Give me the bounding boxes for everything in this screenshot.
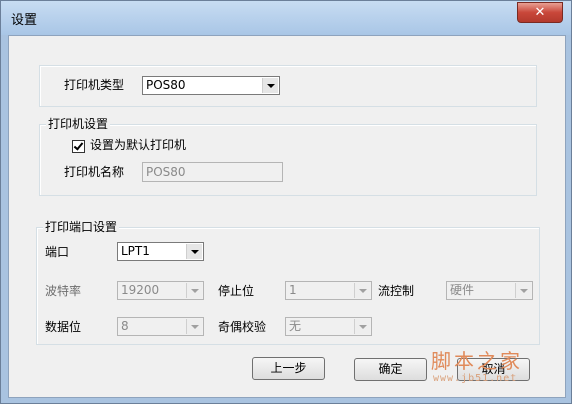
chevron-down-icon [354,319,370,334]
printer-settings-title: 打印机设置 [46,117,111,131]
settings-dialog: 设置 ✕ 打印机类型 POS80 打印机设置 设置为默认打印机 打印机名称 PO… [0,0,572,404]
window-title: 设置 [11,13,38,28]
printer-type-select[interactable]: POS80 [142,76,280,95]
dialog-body: 打印机类型 POS80 打印机设置 设置为默认打印机 打印机名称 POS80 打… [8,35,566,398]
default-printer-label[interactable]: 设置为默认打印机 [90,137,186,153]
parity-label: 奇偶校验 [218,320,267,334]
printer-type-group: 打印机类型 POS80 [39,65,537,107]
printer-type-value: POS80 [146,78,186,92]
close-icon: ✕ [534,5,546,20]
watermark-url: www.jb51.net [433,373,518,384]
chevron-down-icon[interactable] [186,244,202,259]
printer-name-label: 打印机名称 [64,165,125,179]
port-value: LPT1 [121,244,150,258]
baud-rate-select: 19200 [117,281,204,300]
ok-button[interactable]: 确定 [354,358,427,381]
prev-step-button[interactable]: 上一步 [252,357,325,380]
printer-settings-group: 打印机设置 设置为默认打印机 打印机名称 POS80 [39,117,537,196]
data-bits-label: 数据位 [45,320,82,334]
parity-select: 无 [285,317,372,336]
chevron-down-icon [354,283,370,298]
flow-control-select: 硬件 [446,281,533,300]
watermark-text: 脚本之家 [431,349,523,373]
stop-bits-label: 停止位 [218,284,255,298]
port-settings-title: 打印端口设置 [43,220,120,234]
flow-control-label: 流控制 [378,284,415,298]
title-bar[interactable]: 设置 ✕ [1,1,571,35]
data-bits-select: 8 [117,317,204,336]
port-label: 端口 [45,245,70,259]
data-bits-value: 8 [121,319,129,333]
chevron-down-icon[interactable] [262,78,278,93]
printer-name-value: POS80 [146,165,186,179]
printer-name-field: POS80 [142,162,283,182]
chevron-down-icon [186,319,202,334]
parity-value: 无 [289,319,302,333]
default-printer-checkbox[interactable] [72,140,85,153]
baud-rate-label: 波特率 [45,284,82,298]
flow-control-value: 硬件 [450,283,475,297]
close-button[interactable]: ✕ [517,2,563,23]
stop-bits-value: 1 [289,283,297,297]
port-settings-group: 打印端口设置 端口 LPT1 波特率 19200 停止位 1 流控制 硬件 数据… [36,220,540,345]
baud-rate-value: 19200 [121,283,160,297]
stop-bits-select: 1 [285,281,372,300]
printer-type-label: 打印机类型 [64,78,125,92]
port-select[interactable]: LPT1 [117,242,204,261]
chevron-down-icon [186,283,202,298]
chevron-down-icon [515,283,531,298]
